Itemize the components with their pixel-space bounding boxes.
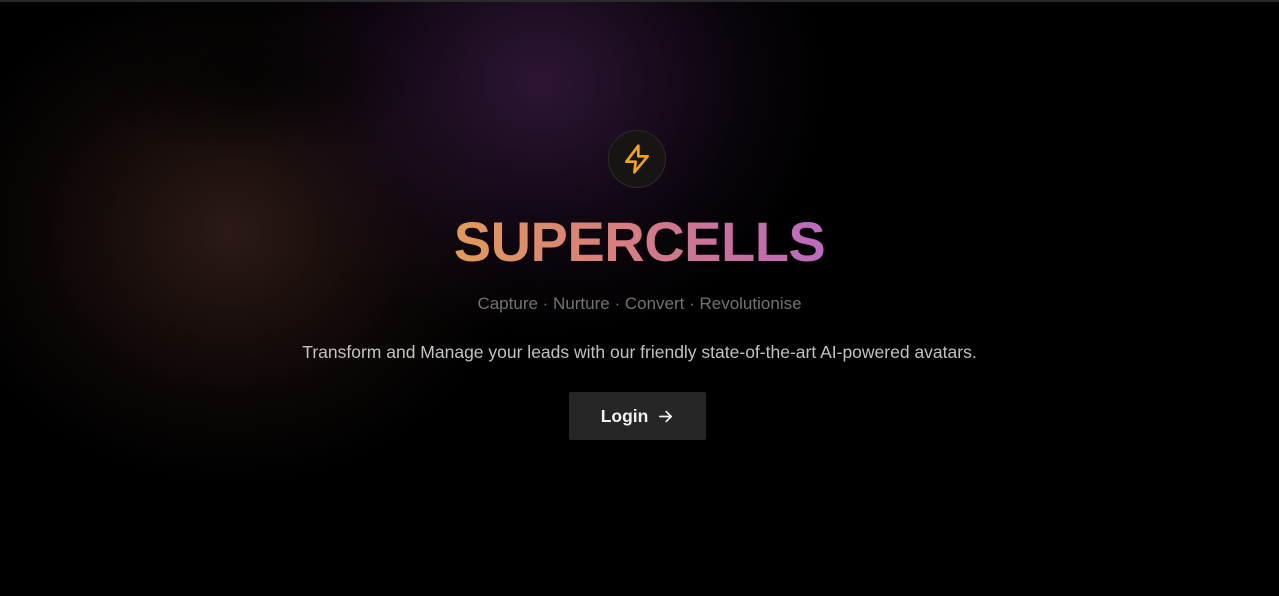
lightning-bolt-icon [625, 144, 649, 174]
logo-badge [608, 130, 666, 188]
landing-page: SUPERCELLS Capture · Nurture · Convert ·… [0, 0, 1279, 596]
login-button[interactable]: Login [569, 392, 706, 440]
hero-section: SUPERCELLS Capture · Nurture · Convert ·… [0, 2, 1279, 596]
page-title: SUPERCELLS [0, 210, 1279, 274]
login-button-label: Login [600, 405, 649, 426]
brand-name: SUPERCELLS [453, 210, 826, 273]
hero-description: Transform and Manage your leads with our… [302, 342, 977, 362]
arrow-right-icon [659, 410, 673, 422]
tagline: Capture · Nurture · Convert · Revolution… [477, 294, 802, 313]
